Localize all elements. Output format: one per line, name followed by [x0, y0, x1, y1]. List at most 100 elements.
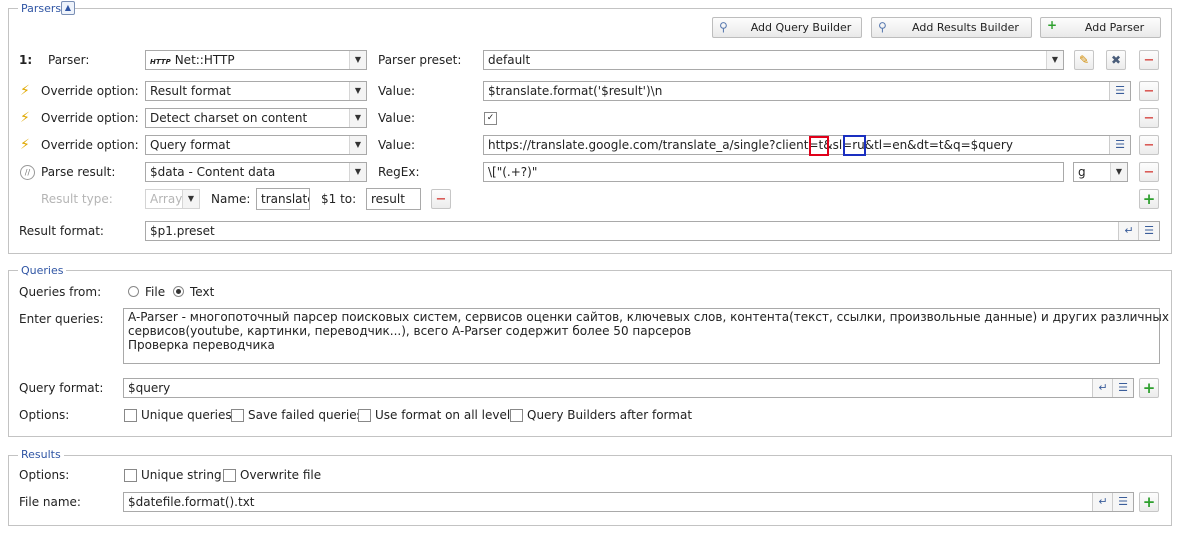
queries-textarea[interactable]: A-Parser - многопоточный парсер поисковы… [123, 308, 1169, 364]
add-query-format-button[interactable]: + [1139, 378, 1159, 398]
add-results-builder-button[interactable]: ⚲ Add Results Builder [871, 17, 1032, 38]
parse-result-label: Parse result: [41, 165, 116, 179]
plus-icon: + [1142, 190, 1156, 208]
regex-icon: // [20, 165, 35, 180]
remove-override-button[interactable]: − [1139, 108, 1159, 128]
highlight-source-lang [809, 136, 829, 156]
wrap-icon[interactable]: ↵ [1092, 379, 1113, 397]
override-option-select[interactable]: Result format ▼ [145, 81, 367, 101]
results-builder-icon: ⚲ [878, 20, 887, 34]
queries-from-label: Queries from: [19, 285, 102, 299]
results-fieldset [8, 455, 1172, 526]
plus-icon: + [1142, 493, 1156, 511]
parser-row-number: 1: [19, 53, 33, 67]
text-option-label: Text [190, 285, 215, 299]
list-icon[interactable]: ☰ [1112, 493, 1133, 511]
result-format-label: Result format: [19, 224, 104, 238]
add-query-builder-button[interactable]: ⚲ Add Query Builder [712, 17, 862, 38]
minus-icon: − [1143, 111, 1155, 126]
regex-input[interactable]: \["(.+?)" [483, 162, 1064, 182]
file-name-input[interactable]: $datefile.format().txt ↵ ☰ [123, 492, 1134, 512]
queries-from-file-radio[interactable] [128, 286, 139, 297]
override-label: Override option: [41, 111, 139, 125]
results-legend: Results [18, 448, 64, 461]
pencil-icon: ✎ [1078, 53, 1090, 67]
to-input[interactable]: result [366, 188, 421, 210]
list-icon[interactable]: ☰ [1138, 222, 1159, 240]
chevron-down-icon[interactable]: ▼ [1110, 163, 1127, 181]
results-options-label: Options: [19, 468, 70, 482]
parser-preset-select[interactable]: default ▼ [483, 50, 1064, 70]
file-name-label: File name: [19, 495, 81, 509]
list-icon[interactable]: ☰ [1109, 82, 1130, 100]
override-option-select[interactable]: Query format ▼ [145, 135, 367, 155]
query-line: A-Parser - многопоточный парсер поисковы… [128, 310, 1169, 324]
value-label: Value: [378, 84, 415, 98]
result-type-select[interactable]: Array ▼ [145, 189, 200, 209]
unique-string-label: Unique string [141, 468, 222, 482]
collapse-toggle-icon[interactable]: ▲ [61, 1, 75, 15]
regex-flags-select[interactable]: g ▼ [1073, 162, 1128, 182]
wrap-icon[interactable]: ↵ [1092, 493, 1113, 511]
minus-icon: − [1143, 53, 1155, 68]
minus-icon: − [1143, 84, 1155, 99]
add-parser-button[interactable]: + Add Parser [1040, 17, 1161, 38]
query-builders-after-format-checkbox[interactable] [510, 409, 523, 422]
query-options-label: Options: [19, 408, 70, 422]
chevron-down-icon[interactable]: ▼ [349, 136, 366, 154]
chevron-down-icon[interactable]: ▼ [349, 163, 366, 181]
remove-override-button[interactable]: − [1139, 81, 1159, 101]
override-label: Override option: [41, 138, 139, 152]
name-input[interactable]: translate [256, 188, 310, 210]
override-value-input[interactable]: $translate.format('$result')\n ☰ [483, 81, 1131, 101]
edit-preset-button[interactable]: ✎ [1074, 50, 1094, 70]
chevron-down-icon[interactable]: ▼ [349, 82, 366, 100]
value-label: Value: [378, 111, 415, 125]
query-builders-after-format-label: Query Builders after format [527, 408, 693, 422]
detect-charset-checkbox[interactable]: ✓ [484, 112, 497, 125]
chevron-down-icon[interactable]: ▼ [182, 190, 199, 208]
unique-queries-checkbox[interactable] [124, 409, 137, 422]
add-regex-button[interactable]: + [1139, 189, 1159, 209]
highlight-target-lang [843, 135, 866, 156]
result-format-input[interactable]: $p1.preset ↵ ☰ [145, 221, 1160, 241]
parser-preset-label: Parser preset: [378, 53, 462, 67]
bolt-icon: ⚡ [20, 137, 30, 153]
query-builder-icon: ⚲ [719, 20, 728, 34]
query-line: сервисов(youtube, картинки, переводчик..… [128, 324, 692, 338]
minus-icon: − [1143, 138, 1155, 153]
use-format-all-levels-label: Use format on all levels [375, 408, 517, 422]
preset-tools-button[interactable]: ✖ [1106, 50, 1126, 70]
save-failed-queries-checkbox[interactable] [231, 409, 244, 422]
enter-queries-label: Enter queries: [19, 312, 104, 326]
chevron-down-icon[interactable]: ▼ [349, 51, 366, 69]
parsers-fieldset [8, 8, 1172, 254]
parse-result-select[interactable]: $data - Content data ▼ [145, 162, 367, 182]
bolt-icon: ⚡ [20, 83, 30, 99]
tools-icon: ✖ [1110, 53, 1122, 67]
name-label: Name: [211, 192, 251, 206]
parsers-legend: Parsers [18, 2, 65, 15]
list-icon[interactable]: ☰ [1112, 379, 1133, 397]
chevron-down-icon[interactable]: ▼ [1046, 51, 1063, 69]
use-format-all-levels-checkbox[interactable] [358, 409, 371, 422]
overwrite-file-checkbox[interactable] [223, 469, 236, 482]
queries-from-text-radio[interactable] [173, 286, 184, 297]
remove-result-button[interactable]: − [431, 189, 451, 209]
query-format-input[interactable]: $query ↵ ☰ [123, 378, 1134, 398]
override-option-select[interactable]: Detect charset on content ▼ [145, 108, 367, 128]
remove-regex-button[interactable]: − [1139, 162, 1159, 182]
wrap-icon[interactable]: ↵ [1118, 222, 1139, 240]
list-icon[interactable]: ☰ [1109, 136, 1130, 154]
query-format-url-input[interactable]: https://translate.google.com/translate_a… [483, 135, 1131, 155]
parser-select[interactable]: HTTP Net::HTTP ▼ [145, 50, 367, 70]
remove-override-button[interactable]: − [1139, 135, 1159, 155]
unique-string-checkbox[interactable] [124, 469, 137, 482]
result-type-label: Result type: [41, 192, 113, 206]
overwrite-file-label: Overwrite file [240, 468, 322, 482]
minus-icon: − [1143, 165, 1155, 180]
chevron-down-icon[interactable]: ▼ [349, 109, 366, 127]
remove-parser-button[interactable]: − [1139, 50, 1159, 70]
plus-icon: + [1142, 379, 1156, 397]
add-file-name-button[interactable]: + [1139, 492, 1159, 512]
